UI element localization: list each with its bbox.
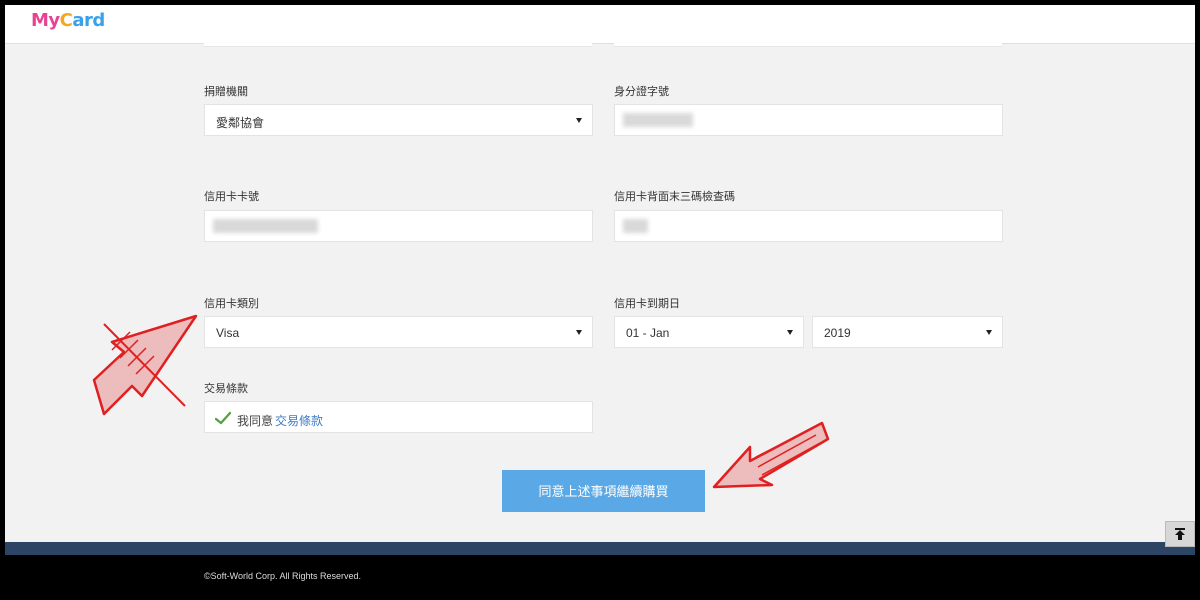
previous-field-right[interactable] (614, 43, 1002, 47)
check-icon (215, 411, 231, 425)
annotation-arrow-icon (92, 314, 198, 416)
redacted-value (623, 113, 693, 127)
terms-link[interactable]: 交易條款 (275, 414, 323, 428)
page: MyCard 捐贈機關 愛鄰協會 身分證字號 信用卡卡號 信用卡背面末三碼檢查碼… (5, 5, 1195, 600)
mycard-logo[interactable]: MyCard (31, 10, 105, 31)
footer-band (5, 542, 1195, 555)
footer (5, 555, 1195, 600)
id-number-label: 身分證字號 (614, 86, 669, 98)
expiry-month-select[interactable]: 01 - Jan (614, 316, 804, 348)
card-type-select[interactable]: Visa (204, 316, 593, 348)
copyright-text: ©Soft-World Corp. All Rights Reserved. (204, 571, 362, 581)
header: MyCard (5, 5, 1195, 44)
annotation-arrow-icon (712, 421, 830, 489)
card-type-label: 信用卡類別 (204, 298, 259, 310)
card-number-input[interactable] (204, 210, 593, 242)
terms-label: 交易條款 (204, 383, 248, 395)
donation-org-value: 愛鄰協會 (216, 116, 265, 130)
caret-down-icon (787, 330, 793, 335)
donation-org-select[interactable]: 愛鄰協會 (204, 104, 593, 136)
caret-down-icon (576, 330, 582, 335)
expiry-month-value: 01 - Jan (626, 326, 670, 340)
donation-org-label: 捐贈機關 (204, 86, 248, 98)
previous-field-left[interactable] (204, 43, 592, 47)
back-to-top-button[interactable] (1165, 521, 1195, 547)
redacted-value (623, 219, 648, 233)
caret-down-icon (986, 330, 992, 335)
cvv-label: 信用卡背面末三碼檢查碼 (614, 191, 735, 203)
id-number-input[interactable] (614, 104, 1003, 136)
agree-label: 我同意 (237, 414, 274, 428)
expiry-label: 信用卡到期日 (614, 298, 680, 310)
agree-continue-button[interactable]: 同意上述事項繼續購買 (502, 470, 705, 512)
terms-agree-text: 我同意 交易條款 (237, 412, 323, 429)
card-type-value: Visa (216, 326, 240, 340)
terms-agree-checkbox[interactable]: 我同意 交易條款 (204, 401, 593, 433)
cvv-input[interactable] (614, 210, 1003, 242)
expiry-year-select[interactable]: 2019 (812, 316, 1003, 348)
redacted-value (213, 219, 318, 233)
card-number-label: 信用卡卡號 (204, 191, 259, 203)
back-to-top-icon (1175, 528, 1185, 540)
expiry-year-value: 2019 (824, 326, 851, 340)
caret-down-icon (576, 118, 582, 123)
